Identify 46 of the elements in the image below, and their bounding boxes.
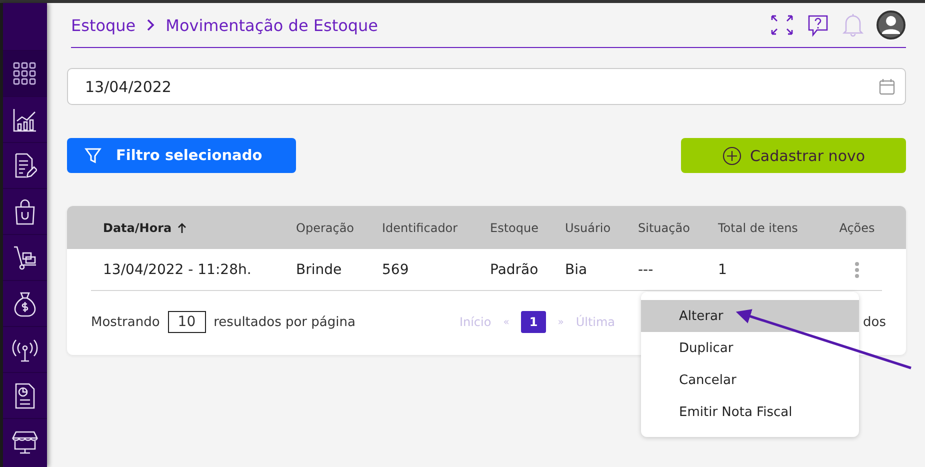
- page-size-field[interactable]: 10: [168, 311, 206, 333]
- table-cell: 13/04/2022 - 11:28h.: [103, 262, 252, 278]
- per-page-label: resultados por página: [214, 314, 356, 330]
- calendar-icon[interactable]: [879, 78, 895, 95]
- table-cell: Brinde: [296, 262, 342, 278]
- column-header[interactable]: Data/Hora: [103, 220, 172, 234]
- filter-button[interactable]: Filtro selecionado: [67, 138, 296, 173]
- column-header[interactable]: Usuário: [565, 220, 611, 234]
- shopping-bag-icon: [13, 198, 37, 224]
- chart-icon: [12, 106, 38, 132]
- money-bag-icon: [13, 290, 37, 316]
- menu-item[interactable]: Emitir Nota Fiscal: [641, 396, 859, 428]
- column-header[interactable]: Ações: [839, 220, 875, 234]
- menu-item[interactable]: Alterar: [641, 300, 859, 332]
- plus-circle-icon: [722, 146, 742, 166]
- document-edit-icon: [13, 152, 37, 178]
- table-cell: Padrão: [490, 262, 538, 278]
- store-icon: [12, 430, 38, 454]
- column-header[interactable]: Estoque: [490, 220, 538, 234]
- date-field[interactable]: 13/04/2022: [67, 68, 906, 105]
- hand-truck-icon: [12, 244, 38, 270]
- showing-label: Mostrando: [91, 314, 160, 330]
- column-header[interactable]: Situação: [638, 220, 690, 234]
- table-cell: Bia: [565, 262, 588, 278]
- filter-icon: [84, 146, 102, 164]
- add-new-button[interactable]: Cadastrar novo: [681, 138, 906, 173]
- breadcrumb-link[interactable]: Movimentação de Estoque: [166, 16, 378, 34]
- table-cell: 569: [382, 262, 409, 278]
- avatar-icon[interactable]: [876, 10, 906, 40]
- column-header[interactable]: Total de itens: [718, 220, 798, 234]
- chevron-right-icon: [146, 18, 156, 32]
- page-number-button[interactable]: 1: [521, 311, 546, 333]
- column-header[interactable]: Operação: [296, 220, 354, 234]
- sidebar-item[interactable]: [3, 50, 47, 96]
- column-header[interactable]: Identificador: [382, 220, 458, 234]
- fullscreen-icon[interactable]: [770, 14, 794, 36]
- sort-arrow-icon[interactable]: [176, 222, 187, 234]
- menu-item[interactable]: Duplicar: [641, 332, 859, 364]
- report-icon: [14, 382, 36, 408]
- menu-item[interactable]: Cancelar: [641, 364, 859, 396]
- help-chat-icon[interactable]: [806, 13, 830, 37]
- results-count: dos: [863, 314, 886, 330]
- table-cell: 1: [718, 262, 727, 278]
- table-cell: ---: [638, 262, 654, 278]
- grid-icon: [13, 62, 37, 86]
- breadcrumb-link[interactable]: Estoque: [71, 16, 136, 34]
